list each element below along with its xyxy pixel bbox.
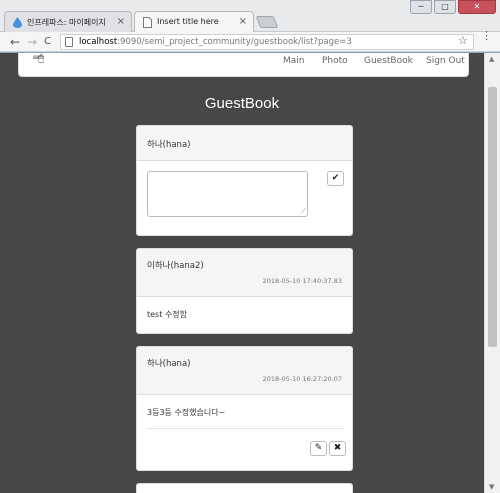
- keyboard-mouse-logo-icon[interactable]: ⌨🖱: [33, 53, 44, 64]
- resize-handle-icon[interactable]: ⟋: [301, 207, 306, 216]
- address-bar[interactable]: localhost:9090/semi_project_community/gu…: [60, 34, 474, 50]
- drop-favicon-icon: [13, 17, 22, 28]
- browser-menu-icon[interactable]: ⋮: [481, 30, 492, 41]
- nav-main[interactable]: Main: [283, 56, 305, 66]
- entry-date: 2018-05-10 17:40:37.83: [262, 277, 342, 285]
- page-favicon-icon: [143, 17, 152, 28]
- window-controls: ─ □ ✕: [410, 0, 496, 14]
- checkmark-icon: ✔: [331, 173, 340, 183]
- card-header: 하나(hana): [137, 126, 352, 161]
- guestbook-entry-partial: [136, 483, 353, 493]
- url-path: :9090/semi_project_community/guestbook/l…: [117, 37, 352, 47]
- new-tab-button[interactable]: [255, 16, 279, 28]
- message-textarea[interactable]: ⟋: [147, 171, 308, 217]
- tab-close-icon[interactable]: ×: [239, 16, 247, 27]
- card-header: 이하나(hana2) 2018-05-10 17:40:37.83: [137, 249, 352, 297]
- edit-button[interactable]: ✎: [310, 441, 327, 456]
- page-viewport: ⌨🖱 Main Photo GuestBook Sign Out GuestBo…: [0, 53, 484, 493]
- site-navbar: ⌨🖱 Main Photo GuestBook Sign Out: [18, 53, 469, 77]
- writer-name: 하나(hana): [147, 140, 191, 150]
- close-window-icon[interactable]: ✕: [458, 0, 496, 14]
- page-scrollbar[interactable]: ▲ ▼: [484, 53, 500, 493]
- browser-titlebar: 인프레파스: 마이페이지 × Insert title here × ─ □ ✕: [0, 0, 500, 32]
- nav-sign-out[interactable]: Sign Out: [426, 56, 465, 66]
- tab-infrepass[interactable]: 인프레파스: 마이페이지 ×: [4, 11, 132, 32]
- card-header: 하나(hana) 2018-05-10 16:27:20.07: [137, 347, 352, 395]
- bookmark-star-icon[interactable]: ☆: [458, 34, 468, 47]
- guestbook-entry: 이하나(hana2) 2018-05-10 17:40:37.83 test 수…: [136, 248, 353, 334]
- scroll-down-icon[interactable]: ▼: [489, 483, 494, 491]
- maximize-icon[interactable]: □: [434, 0, 456, 14]
- entry-author: 하나(hana): [147, 359, 191, 369]
- nav-guestbook[interactable]: GuestBook: [364, 56, 413, 66]
- delete-button[interactable]: ✖: [329, 441, 346, 456]
- entry-text: test 수정함: [147, 310, 187, 319]
- minimize-icon[interactable]: ─: [410, 0, 432, 14]
- url-host: localhost: [79, 37, 118, 47]
- browser-toolbar: ← → C localhost:9090/semi_project_commun…: [0, 32, 500, 52]
- page-title: GuestBook: [204, 95, 280, 112]
- entry-author: 이하나(hana2): [147, 261, 204, 271]
- submit-button[interactable]: ✔: [327, 171, 344, 186]
- tab-label: Insert title here: [157, 17, 219, 26]
- tab-insert-title[interactable]: Insert title here ×: [134, 11, 254, 32]
- page-info-icon[interactable]: [65, 37, 73, 47]
- entry-date: 2018-05-10 16:27:20.07: [262, 375, 342, 383]
- scroll-up-icon[interactable]: ▲: [489, 55, 494, 63]
- tab-close-icon[interactable]: ×: [117, 16, 125, 27]
- guestbook-entry: 하나(hana) 2018-05-10 16:27:20.07 3등3등 수정했…: [136, 346, 353, 471]
- forward-icon[interactable]: →: [27, 35, 37, 49]
- back-icon[interactable]: ←: [10, 35, 20, 49]
- tab-label: 인프레파스: 마이페이지: [27, 18, 106, 27]
- nav-photo[interactable]: Photo: [322, 56, 348, 66]
- scroll-thumb[interactable]: [488, 87, 497, 347]
- entry-divider: [147, 428, 344, 429]
- delete-icon: ✖: [333, 443, 342, 453]
- entry-text: 3등3등 수정했습니다~: [147, 408, 226, 417]
- guestbook-write-card: 하나(hana) ⟋ ✔: [136, 125, 353, 236]
- reload-icon[interactable]: C: [44, 35, 51, 49]
- edit-icon: ✎: [314, 443, 323, 453]
